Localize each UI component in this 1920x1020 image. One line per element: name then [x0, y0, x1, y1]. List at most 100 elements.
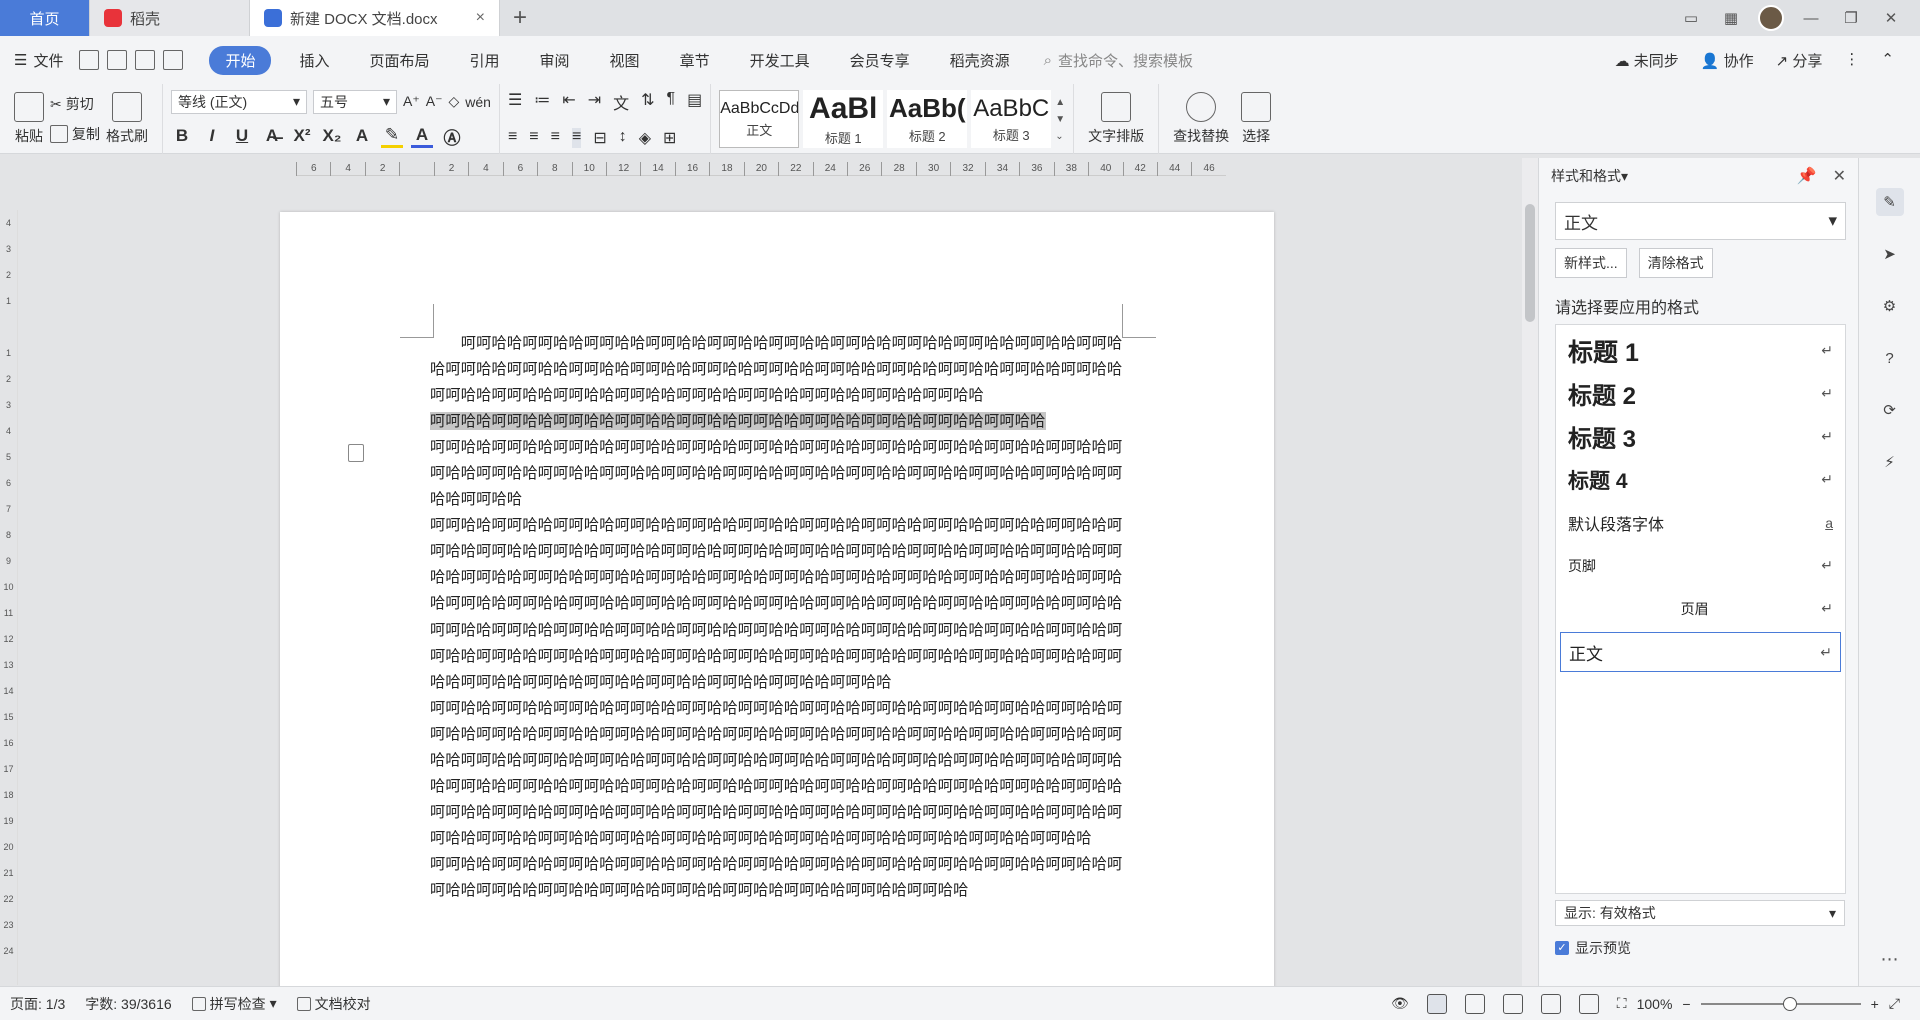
tab-section[interactable]: 章节 [668, 46, 722, 75]
show-filter-select[interactable]: 显示: 有效格式 ▾ [1555, 900, 1845, 926]
document-page[interactable]: 呵呵哈哈呵呵哈哈呵呵哈哈呵呵哈哈呵呵哈哈呵呵哈哈呵呵哈哈呵呵哈哈呵呵哈哈呵呵哈哈… [280, 212, 1274, 1012]
document-paragraph[interactable]: 呵呵哈哈呵呵哈哈呵呵哈哈呵呵哈哈呵呵哈哈呵呵哈哈呵呵哈哈呵呵哈哈呵呵哈哈呵呵哈哈… [430, 851, 1124, 903]
char-border-icon[interactable]: Ⓐ [441, 124, 463, 149]
decrease-indent-icon[interactable]: ⇤ [562, 90, 575, 114]
share-button[interactable]: ↗ 分享 [1776, 50, 1823, 71]
tab-document[interactable]: 新建 DOCX 文档.docx × [250, 0, 500, 36]
increase-indent-icon[interactable]: ⇥ [588, 90, 601, 114]
format-painter-button[interactable]: 格式刷 [106, 92, 148, 146]
align-right-icon[interactable]: ≡ [551, 128, 560, 148]
word-count[interactable]: 字数: 39/3616 [85, 994, 171, 1014]
restore-button[interactable]: ❐ [1838, 7, 1864, 29]
close-panel-icon[interactable]: ✕ [1833, 166, 1846, 186]
close-window-button[interactable]: ✕ [1878, 7, 1904, 29]
document-paragraph[interactable]: 呵呵哈哈呵呵哈哈呵呵哈哈呵呵哈哈呵呵哈哈呵呵哈哈呵呵哈哈呵呵哈哈呵呵哈哈呵呵哈哈… [430, 695, 1124, 851]
apps-grid-icon[interactable]: ▦ [1718, 7, 1744, 29]
clear-format-button[interactable]: 清除格式 [1638, 248, 1713, 278]
line-spacing-icon[interactable]: ↕ [619, 128, 627, 148]
sort-icon[interactable]: ⇅ [641, 90, 654, 114]
underline-icon[interactable]: U [231, 126, 253, 146]
close-tab-icon[interactable]: × [476, 9, 485, 27]
justify-icon[interactable]: ≡ [571, 128, 582, 148]
table-tools-icon[interactable]: ▤ [687, 90, 702, 114]
text-layout-button[interactable]: 文字排版 [1088, 92, 1144, 146]
tab-insert[interactable]: 插入 [287, 46, 341, 75]
vertical-ruler[interactable]: 4 3 2 1 1 2 3 4 5 6 7 8 9 10 11 12 13 14 15 16 17 18 19 20 21 22 2… [0, 210, 18, 985]
style-item-heading-2[interactable]: 标题 2 ↵ [1560, 372, 1841, 415]
styles-scroll[interactable]: ▲ ▼ ⌄ [1055, 97, 1065, 142]
zoom-out-icon[interactable]: − [1682, 996, 1690, 1012]
bold-icon[interactable]: B [171, 126, 193, 146]
tab-developer[interactable]: 开发工具 [738, 46, 822, 75]
show-preview-checkbox[interactable]: ✓ 显示预览 [1555, 938, 1845, 958]
panel-title[interactable]: 样式和格式 [1551, 166, 1621, 186]
paste-button[interactable]: 粘贴 [14, 92, 44, 146]
more-icon[interactable]: ⋯ [1881, 949, 1899, 970]
copy-button[interactable]: 复制 [50, 124, 100, 144]
collab-button[interactable]: 👤 协作 [1701, 50, 1754, 71]
bullet-list-icon[interactable]: ☰ [508, 90, 522, 114]
read-view-icon[interactable] [1502, 993, 1523, 1014]
style-heading-2[interactable]: AaBb(标题 2 [887, 90, 968, 148]
numbered-list-icon[interactable]: ≔ [534, 90, 550, 114]
find-replace-button[interactable]: 查找替换 [1173, 92, 1229, 146]
shading-icon[interactable]: ◈ [639, 128, 651, 148]
print-preview-icon[interactable] [163, 50, 184, 70]
page-view-icon[interactable] [1426, 993, 1447, 1014]
style-item-heading-1[interactable]: 标题 1 ↵ [1560, 329, 1841, 372]
spell-check-button[interactable]: 拼写检查 ▾ [191, 994, 277, 1014]
vertical-scrollbar[interactable] [1522, 158, 1538, 986]
strikethrough-icon[interactable]: A̶ [261, 126, 283, 146]
document-paragraph[interactable]: 呵呵哈哈呵呵哈哈呵呵哈哈呵呵哈哈呵呵哈哈呵呵哈哈呵呵哈哈呵呵哈哈呵呵哈哈呵呵哈哈… [430, 330, 1124, 408]
properties-icon[interactable]: ⚙ [1876, 292, 1904, 320]
chinese-layout-icon[interactable]: 文 [613, 90, 629, 114]
style-item-heading-3[interactable]: 标题 3 ↵ [1560, 415, 1841, 458]
text-effect-icon[interactable]: A [351, 126, 373, 146]
file-menu[interactable]: ☰ 文件 [14, 50, 63, 71]
tab-view[interactable]: 视图 [598, 46, 652, 75]
tab-references[interactable]: 引用 [458, 46, 512, 75]
layout-icon[interactable]: ▭ [1678, 7, 1704, 29]
zoom-slider-knob[interactable] [1782, 996, 1797, 1011]
pin-icon[interactable]: 📌 [1797, 166, 1817, 186]
align-center-icon[interactable]: ≡ [529, 128, 538, 148]
clear-format-icon[interactable]: ◇ [448, 93, 459, 110]
tab-home[interactable]: 首页 [0, 0, 90, 36]
new-tab-button[interactable]: + [500, 0, 540, 36]
zoom-level[interactable]: 100% [1637, 996, 1673, 1012]
grow-font-icon[interactable]: A⁺ [403, 93, 420, 110]
select-button[interactable]: 选择 [1241, 92, 1272, 146]
document-paragraph[interactable]: 呵呵哈哈呵呵哈哈呵呵哈哈呵呵哈哈呵呵哈哈呵呵哈哈呵呵哈哈呵呵哈哈呵呵哈哈呵呵哈哈 [430, 408, 1124, 434]
italic-icon[interactable]: I [201, 126, 223, 146]
font-family-select[interactable]: 等线 (正文) ▾ [171, 89, 307, 114]
style-item-normal[interactable]: 正文 ↵ [1560, 632, 1841, 672]
document-paragraph[interactable]: 呵呵哈哈呵呵哈哈呵呵哈哈呵呵哈哈呵呵哈哈呵呵哈哈呵呵哈哈呵呵哈哈呵呵哈哈呵呵哈哈… [430, 434, 1124, 512]
new-style-button[interactable]: 新样式... [1555, 248, 1627, 278]
zoom-in-icon[interactable]: + [1871, 996, 1879, 1012]
tab-member[interactable]: 会员专享 [838, 46, 922, 75]
tab-review[interactable]: 审阅 [528, 46, 582, 75]
page-indicator[interactable]: 页面: 1/3 [10, 994, 65, 1014]
fit-page-icon[interactable]: ⛶ [1617, 995, 1627, 1012]
avatar[interactable] [1758, 5, 1784, 31]
borders-icon[interactable]: ⊞ [663, 128, 676, 148]
tab-daoke-resources[interactable]: 稻壳资源 [938, 46, 1022, 75]
distributed-icon[interactable]: ⊟ [593, 128, 606, 148]
paragraph-handle-icon[interactable] [348, 444, 364, 462]
tab-start[interactable]: 开始 [209, 45, 272, 75]
share-panel-icon[interactable]: ⚡ [1876, 448, 1904, 476]
minimize-button[interactable]: — [1798, 7, 1824, 29]
font-color-icon[interactable]: A [411, 125, 433, 148]
font-size-select[interactable]: 五号 ▾ [313, 89, 397, 114]
command-search[interactable]: ⌕ 查找命令、搜索模板 [1044, 50, 1193, 71]
style-item-default-font[interactable]: 默认段落字体 a [1560, 501, 1841, 544]
horizontal-ruler[interactable]: 6 4 2 2 4 6 8 10 12 14 16 18 20 22 24 26 28 30 32 34 36 38 40 4… [296, 160, 1226, 176]
superscript-icon[interactable]: X² [291, 126, 313, 146]
backup-icon[interactable]: ⟳ [1876, 396, 1904, 424]
export-pdf-icon[interactable] [107, 50, 128, 70]
tab-page-layout[interactable]: 页面布局 [358, 46, 442, 75]
document-body[interactable]: 呵呵哈哈呵呵哈哈呵呵哈哈呵呵哈哈呵呵哈哈呵呵哈哈呵呵哈哈呵呵哈哈呵呵哈哈呵呵哈哈… [430, 330, 1124, 903]
highlight-icon[interactable]: ✎ [381, 125, 403, 148]
write-view-icon[interactable] [1578, 993, 1599, 1014]
sync-button[interactable]: ☁ 未同步 [1615, 50, 1679, 71]
